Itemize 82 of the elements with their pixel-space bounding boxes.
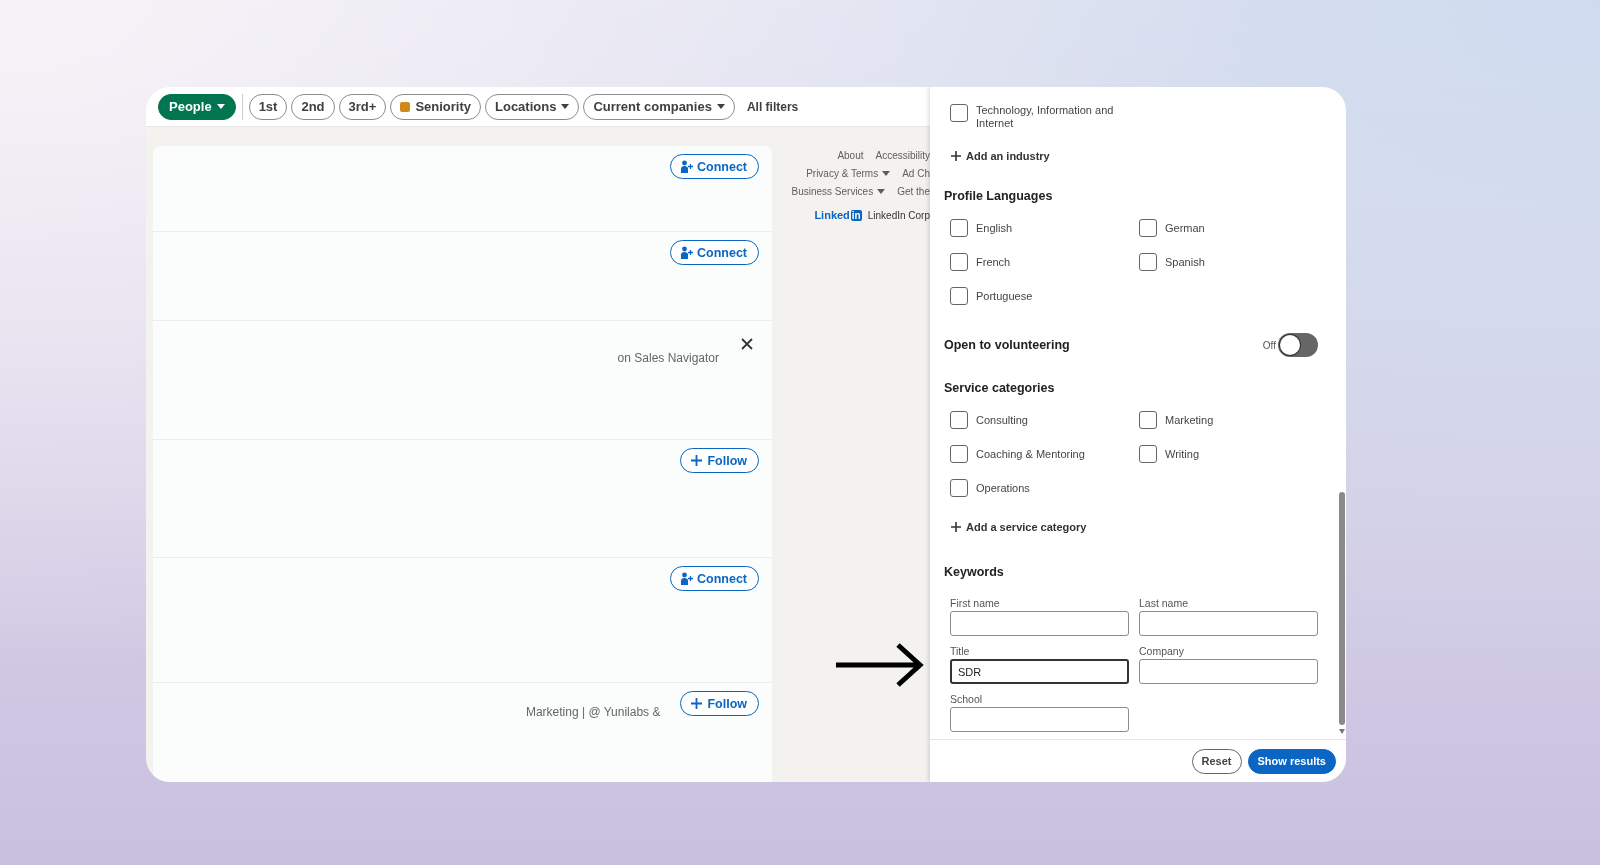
field-label: Company (1139, 645, 1185, 657)
toggle-label: Off (1262, 339, 1276, 351)
add-service-category-button[interactable]: Add a service category (944, 521, 1087, 533)
footer-link[interactable]: Privacy & Terms (806, 167, 891, 179)
filter-pill[interactable]: 2nd (291, 93, 335, 120)
person-add-icon (680, 572, 693, 585)
footer-link[interactable]: Accessibility (875, 149, 930, 161)
connect-button[interactable]: Connect (670, 240, 759, 265)
text-field[interactable]: SDR (950, 659, 1129, 684)
filter-pill[interactable]: Locations (485, 93, 580, 120)
connect-button[interactable]: Connect (670, 566, 759, 591)
arrow-icon (836, 642, 924, 688)
add-industry-button[interactable]: Add an industry (944, 150, 1050, 162)
footer-link[interactable]: Ad Ch (902, 167, 930, 179)
checkbox[interactable] (1139, 445, 1157, 463)
caret-icon (216, 104, 225, 109)
checkbox[interactable] (950, 219, 968, 237)
follow-button[interactable]: Follow (680, 448, 759, 473)
checkbox-label: Spanish (1165, 256, 1205, 268)
plus-icon (950, 150, 962, 162)
checkbox[interactable] (950, 445, 968, 463)
checkbox[interactable] (950, 253, 968, 271)
footer-link[interactable]: Business Services (791, 185, 886, 197)
checkbox-label: Operations (976, 482, 1030, 494)
footer-link[interactable]: Get the (897, 185, 930, 197)
field-label: School (950, 693, 984, 705)
reset-button[interactable]: Reset (1191, 748, 1242, 774)
checkbox-label: Portuguese (976, 290, 1033, 302)
checkbox[interactable] (1139, 219, 1157, 237)
tag-icon (400, 101, 411, 112)
result-headline: Marketing | @ Yunilabs & (525, 705, 661, 719)
filter-pill[interactable]: People (158, 93, 236, 120)
checkbox[interactable] (950, 411, 968, 429)
field-label: First name (950, 597, 1001, 609)
scrollbar-thumb[interactable] (1339, 492, 1345, 725)
text-field[interactable] (950, 707, 1129, 732)
text-field[interactable] (1139, 611, 1318, 636)
caret-icon (716, 104, 725, 109)
filter-pill[interactable]: 1st (248, 93, 288, 120)
scroll-down-icon[interactable] (1339, 729, 1345, 734)
checkbox-label: Technology, Information and Internet (976, 104, 1115, 130)
checkbox[interactable] (950, 479, 968, 497)
checkbox-label: Coaching & Mentoring (976, 448, 1085, 460)
connect-button[interactable]: Connect (670, 154, 759, 179)
section-heading: Open to volunteering (944, 338, 1070, 352)
checkbox-label: Marketing (1165, 414, 1214, 426)
person-add-icon (680, 160, 693, 173)
plus-icon (690, 454, 704, 467)
close-icon[interactable] (740, 337, 754, 351)
copyright-text: LinkedIn Corp (867, 209, 930, 221)
linkedin-logo: Linked in (814, 209, 862, 221)
show-results-button[interactable]: Show results (1247, 748, 1336, 774)
checkbox-label: French (976, 256, 1011, 268)
section-heading: Service categories (944, 381, 1056, 395)
checkbox[interactable] (1139, 253, 1157, 271)
section-heading: Keywords (944, 565, 1005, 579)
all-filters-button[interactable]: All filters (738, 99, 807, 114)
section-heading: Profile Languages (944, 189, 1054, 203)
checkbox-label: Writing (1165, 448, 1200, 460)
checkbox[interactable] (1139, 411, 1157, 429)
field-label: Title (950, 645, 971, 657)
checkbox[interactable] (950, 287, 968, 305)
promo-text: on Sales Navigator (617, 351, 719, 365)
footer-link[interactable]: About (837, 149, 864, 161)
caret-icon (561, 104, 570, 109)
checkbox[interactable] (950, 104, 968, 122)
filter-pill[interactable]: 3rd+ (338, 93, 387, 120)
plus-icon (690, 697, 704, 710)
follow-button[interactable]: Follow (680, 691, 759, 716)
caret-icon (882, 170, 891, 176)
checkbox-label: German (1165, 222, 1205, 234)
toggle-switch[interactable] (1278, 333, 1318, 357)
caret-icon (877, 188, 886, 194)
filter-pill[interactable]: Seniority (390, 93, 481, 120)
checkbox-label: English (976, 222, 1013, 234)
text-field[interactable] (950, 611, 1129, 636)
text-field[interactable] (1139, 659, 1318, 684)
filter-pill[interactable]: Current companies (583, 93, 735, 120)
plus-icon (950, 521, 962, 533)
person-add-icon (680, 246, 693, 259)
checkbox-label: Consulting (976, 414, 1028, 426)
field-label: Last name (1139, 597, 1190, 609)
